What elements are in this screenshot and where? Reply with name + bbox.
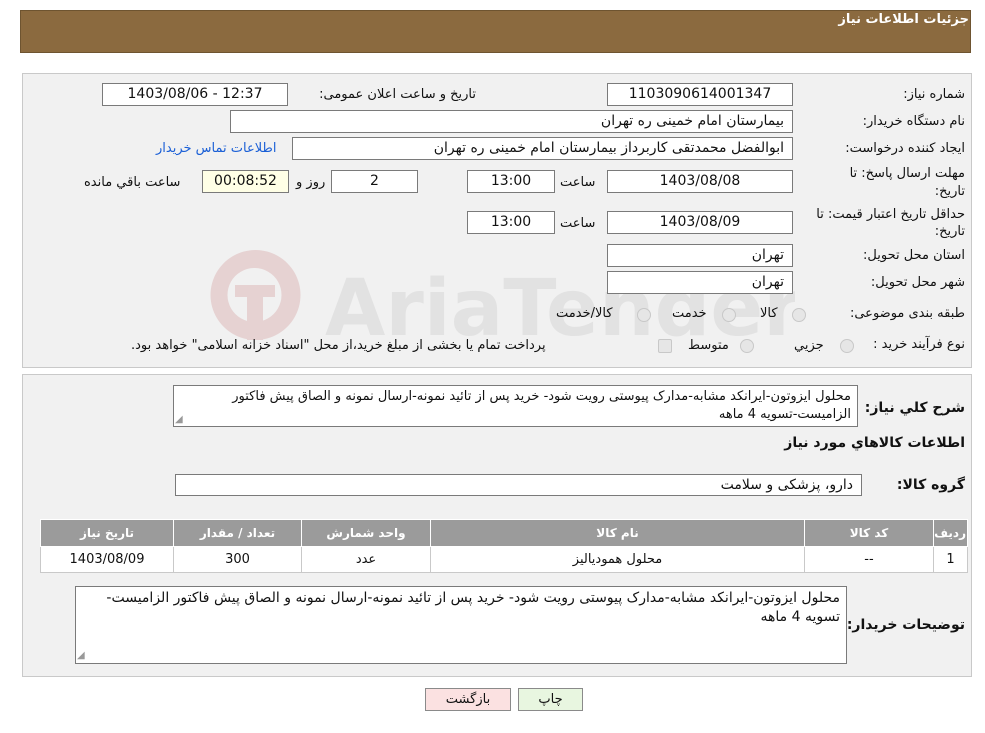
table-row: 1 -- محلول همودیالیز عدد 300 1403/08/09: [40, 546, 968, 573]
process-radio-minor[interactable]: [840, 339, 854, 353]
resize-grip-icon-2[interactable]: ◢: [77, 651, 87, 661]
summary-label: شرح کلي نياز:: [864, 400, 965, 416]
summary-textarea: محلول ایزوتون-ایرانکد مشابه-مدارک پیوستی…: [173, 385, 858, 427]
process-option-medium: متوسط: [688, 338, 729, 353]
days-label: روز و: [296, 175, 326, 190]
deadline-time-field: 13:00: [467, 170, 555, 193]
process-radio-medium[interactable]: [740, 339, 754, 353]
cell-row: 1: [933, 546, 968, 573]
treasury-checkbox[interactable]: [658, 339, 672, 353]
category-option-service: خدمت: [672, 306, 707, 321]
process-note: پرداخت تمام یا بخشی از مبلغ خرید،از محل …: [131, 338, 546, 353]
announce-label: تاریخ و ساعت اعلان عمومی:: [319, 87, 476, 102]
cell-name: محلول همودیالیز: [430, 546, 805, 573]
goods-table-wrapper: رديف کد کالا نام کالا واحد شمارش تعداد /…: [40, 519, 968, 573]
city-label: شهر محل تحویل:: [870, 275, 965, 290]
col-name-header: نام کالا: [430, 519, 805, 547]
col-date-header: تاریخ نیاز: [40, 519, 174, 547]
process-option-minor: جزیي: [794, 338, 824, 353]
col-unit-header: واحد شمارش: [301, 519, 431, 547]
buyer-notes-textarea: محلول ایزوتون-ایرانکد مشابه-مدارک پیوستی…: [75, 586, 847, 664]
deadline-label-2: تاریخ:: [934, 184, 965, 199]
remaining-time-field: 00:08:52: [202, 170, 289, 193]
back-button[interactable]: بازگشت: [425, 688, 511, 711]
page-header: [20, 10, 971, 53]
need-number-label: شماره نیاز:: [903, 87, 965, 102]
need-number-field: 1103090614001347: [607, 83, 793, 106]
province-field: تهران: [607, 244, 793, 267]
cell-unit: عدد: [301, 546, 431, 573]
announce-field: 1403/08/06 - 12:37: [102, 83, 288, 106]
resize-grip-icon[interactable]: ◢: [175, 415, 185, 425]
col-code-header: کد کالا: [804, 519, 934, 547]
days-field: 2: [331, 170, 418, 193]
deadline-time-label: ساعت: [560, 175, 596, 190]
category-radio-service[interactable]: [722, 308, 736, 322]
validity-label-2: تاریخ:: [934, 224, 965, 239]
process-label: نوع فرآیند خرید :: [873, 337, 965, 352]
city-field: تهران: [607, 271, 793, 294]
cell-code: --: [804, 546, 934, 573]
buyer-org-label: نام دستگاه خریدار:: [862, 114, 965, 129]
creator-label: ایجاد کننده درخواست:: [845, 141, 965, 156]
validity-date-field: 1403/08/09: [607, 211, 793, 234]
goods-table: رديف کد کالا نام کالا واحد شمارش تعداد /…: [40, 519, 968, 573]
category-label: طبقه بندی موضوعی:: [849, 306, 965, 321]
goods-info-title: اطلاعات کالاهاي مورد نياز: [784, 435, 965, 451]
cell-qty: 300: [173, 546, 302, 573]
remaining-label: ساعت باقي مانده: [84, 175, 181, 190]
deadline-date-field: 1403/08/08: [607, 170, 793, 193]
category-radio-goods[interactable]: [792, 308, 806, 322]
print-button[interactable]: چاپ: [518, 688, 583, 711]
page-title: جزئیات اطلاعات نیاز: [838, 12, 969, 27]
col-row-header: رديف: [933, 519, 968, 547]
buyer-contact-link[interactable]: اطلاعات تماس خریدار: [156, 141, 276, 156]
buyer-notes-label: توضیحات خریدار:: [846, 617, 965, 633]
deadline-label: مهلت ارسال پاسخ: تا: [849, 166, 965, 181]
col-qty-header: تعداد / مقدار: [173, 519, 302, 547]
cell-date: 1403/08/09: [40, 546, 174, 573]
table-header-row: رديف کد کالا نام کالا واحد شمارش تعداد /…: [40, 519, 968, 547]
creator-field: ابوالفضل محمدتقی کاربرداز بیمارستان امام…: [292, 137, 793, 160]
province-label: استان محل تحویل:: [863, 248, 965, 263]
validity-label: حداقل تاریخ اعتبار قیمت: تا: [816, 207, 965, 222]
validity-time-field: 13:00: [467, 211, 555, 234]
goods-group-label: گروه کالا:: [896, 477, 965, 493]
category-option-goods: کالا: [760, 306, 778, 321]
buyer-org-field: بیمارستان امام خمینی ره تهران: [230, 110, 793, 133]
goods-group-field: دارو، پزشکی و سلامت: [175, 474, 862, 496]
category-radio-goods-service[interactable]: [637, 308, 651, 322]
validity-time-label: ساعت: [560, 216, 596, 231]
category-option-goods-service: کالا/خدمت: [556, 306, 613, 321]
